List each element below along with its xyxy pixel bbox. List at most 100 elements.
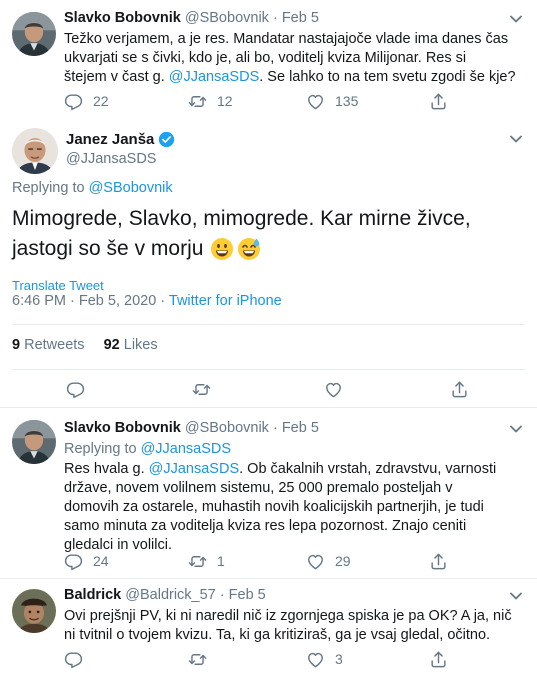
like-icon xyxy=(324,380,343,399)
main-tweet: Janez Janša @JJansaSDS Replying to @SBob… xyxy=(0,118,537,408)
caret-down-icon[interactable] xyxy=(509,424,523,434)
like-button[interactable]: 3 xyxy=(306,649,343,669)
like-button[interactable]: 29 xyxy=(306,551,351,571)
tweet-text-line: Ovi prejšnji PV, ki ni naredil nič iz zg… xyxy=(64,608,512,624)
tweet-actions: 3 xyxy=(64,649,504,669)
translate-tweet-link[interactable]: Translate Tweet xyxy=(12,278,104,293)
reply-icon xyxy=(66,380,85,399)
retweet-count: 1 xyxy=(217,553,225,569)
reply-button[interactable] xyxy=(64,649,83,669)
author-handle[interactable]: @SBobovnik xyxy=(185,10,269,26)
retweet-button[interactable]: 12 xyxy=(188,91,233,111)
likes-stat[interactable]: 92 Likes xyxy=(104,337,158,353)
separator-dot: · xyxy=(272,420,278,436)
like-icon xyxy=(306,650,325,669)
divider xyxy=(12,369,525,370)
tweet-text-line: samo minuta za voditelja kviza res lepa … xyxy=(64,518,467,534)
retweet-button[interactable]: 1 xyxy=(188,551,225,571)
share-icon xyxy=(429,552,448,571)
author-name[interactable]: Janez Janša xyxy=(66,131,175,148)
tweet-text-line: ukvarjati se s čivki, kdo je, ali bo, vo… xyxy=(64,50,467,66)
tweet-text-line: štejem v čast g. @JJansaSDS. Se lahko to… xyxy=(64,69,516,85)
avatar[interactable] xyxy=(12,12,56,56)
caret-down-icon[interactable] xyxy=(509,14,523,24)
caret-down-icon[interactable] xyxy=(509,134,523,144)
retweet-icon xyxy=(192,380,211,399)
tweet-header: Slavko Bobovnik @SBobovnik · Feb 5 xyxy=(64,10,319,26)
tweet-text: Res hvala g. @JJansaSDS. Ob čakalnih vrs… xyxy=(64,460,532,555)
timestamp[interactable]: 6:46 PM · Feb 5, 2020 · xyxy=(12,293,169,309)
retweet-button[interactable] xyxy=(192,379,211,399)
mention-link[interactable]: @JJansaSDS xyxy=(169,69,259,85)
author-handle[interactable]: @SBobovnik xyxy=(185,420,269,436)
reply-button[interactable]: 22 xyxy=(64,91,109,111)
divider xyxy=(12,324,525,325)
reply-count: 22 xyxy=(93,93,109,109)
tweet-text-line: ni tvitnil o tvojem kvizu. Ta, ki ga kri… xyxy=(64,627,491,643)
replying-to-link[interactable]: @SBobovnik xyxy=(89,180,173,196)
tweet-slavko-1[interactable]: Slavko Bobovnik @SBobovnik · Feb 5 Težko… xyxy=(0,0,537,118)
reply-button[interactable] xyxy=(66,379,85,399)
tweet-header: Slavko Bobovnik @SBobovnik · Feb 5 xyxy=(64,420,319,436)
tweet-baldrick[interactable]: Baldrick @Baldrick_57 · Feb 5 Ovi prejšn… xyxy=(0,579,537,676)
retweets-stat[interactable]: 9 Retweets xyxy=(12,337,85,353)
reply-icon xyxy=(64,552,83,571)
reply-button[interactable]: 24 xyxy=(64,551,109,571)
tweet-text-line: Res hvala g. @JJansaSDS. Ob čakalnih vrs… xyxy=(64,461,497,477)
share-button[interactable] xyxy=(429,91,448,111)
retweet-icon xyxy=(188,92,207,111)
tweet-text-line: Mimogrede, Slavko, mimogrede. Kar mirne … xyxy=(12,207,471,230)
author-handle[interactable]: @JJansaSDS xyxy=(66,151,156,167)
replying-to-link[interactable]: @JJansaSDS xyxy=(141,441,231,457)
like-count: 29 xyxy=(335,553,351,569)
share-button[interactable] xyxy=(450,379,469,399)
avatar[interactable] xyxy=(12,589,56,633)
author-name[interactable]: Slavko Bobovnik xyxy=(64,420,181,436)
tweet-actions: 22 12 135 xyxy=(64,91,504,111)
tweet-text-line: jastogi so še v morju xyxy=(12,234,527,264)
caret-down-icon[interactable] xyxy=(509,591,523,601)
tweet-header: Baldrick @Baldrick_57 · Feb 5 xyxy=(64,587,266,603)
grinning-face-emoji xyxy=(211,238,234,260)
tweet-slavko-2[interactable]: Slavko Bobovnik @SBobovnik · Feb 5 Reply… xyxy=(0,408,537,578)
retweet-count: 12 xyxy=(217,93,233,109)
timestamp-line: 6:46 PM · Feb 5, 2020 · Twitter for iPho… xyxy=(12,293,282,309)
like-icon xyxy=(306,552,325,571)
grinning-sweat-emoji xyxy=(238,238,261,260)
author-handle[interactable]: @Baldrick_57 xyxy=(125,587,215,603)
author-name[interactable]: Baldrick xyxy=(64,587,121,603)
reply-icon xyxy=(64,650,83,669)
tweet-actions: 24 1 29 xyxy=(64,551,504,571)
like-count: 135 xyxy=(335,93,359,109)
replying-to: Replying to @SBobovnik xyxy=(12,180,173,196)
separator-dot: · xyxy=(219,587,225,603)
tweet-date[interactable]: Feb 5 xyxy=(229,587,266,603)
retweet-button[interactable] xyxy=(188,649,207,669)
tweet-date[interactable]: Feb 5 xyxy=(282,10,319,26)
share-button[interactable] xyxy=(429,551,448,571)
tweet-text: Težko verjamem, a je res. Mandatar nasta… xyxy=(64,30,532,87)
tweet-actions xyxy=(66,379,486,399)
tweet-text-line: države, novem volilnem sistemu, 25 000 p… xyxy=(64,480,453,496)
avatar[interactable] xyxy=(12,420,56,464)
verified-badge-icon xyxy=(159,131,175,148)
share-icon xyxy=(450,380,469,399)
share-icon xyxy=(429,650,448,669)
share-button[interactable] xyxy=(429,649,448,669)
retweet-icon xyxy=(188,552,207,571)
avatar[interactable] xyxy=(12,128,58,174)
source-link[interactable]: Twitter for iPhone xyxy=(169,293,282,309)
like-icon xyxy=(306,92,325,111)
like-button[interactable] xyxy=(324,379,343,399)
like-button[interactable]: 135 xyxy=(306,91,358,111)
reply-icon xyxy=(64,92,83,111)
author-name[interactable]: Slavko Bobovnik xyxy=(64,10,181,26)
like-count: 3 xyxy=(335,651,343,667)
tweet-text-line: Težko verjamem, a je res. Mandatar nasta… xyxy=(64,31,509,47)
mention-link[interactable]: @JJansaSDS xyxy=(149,461,239,477)
engagement-stats: 9 Retweets 92 Likes xyxy=(12,337,158,353)
tweet-date[interactable]: Feb 5 xyxy=(282,420,319,436)
tweet-text-line: domovih za ostarele, muhastih novih koal… xyxy=(64,499,484,515)
retweet-icon xyxy=(188,650,207,669)
replying-to: Replying to @JJansaSDS xyxy=(64,441,232,457)
